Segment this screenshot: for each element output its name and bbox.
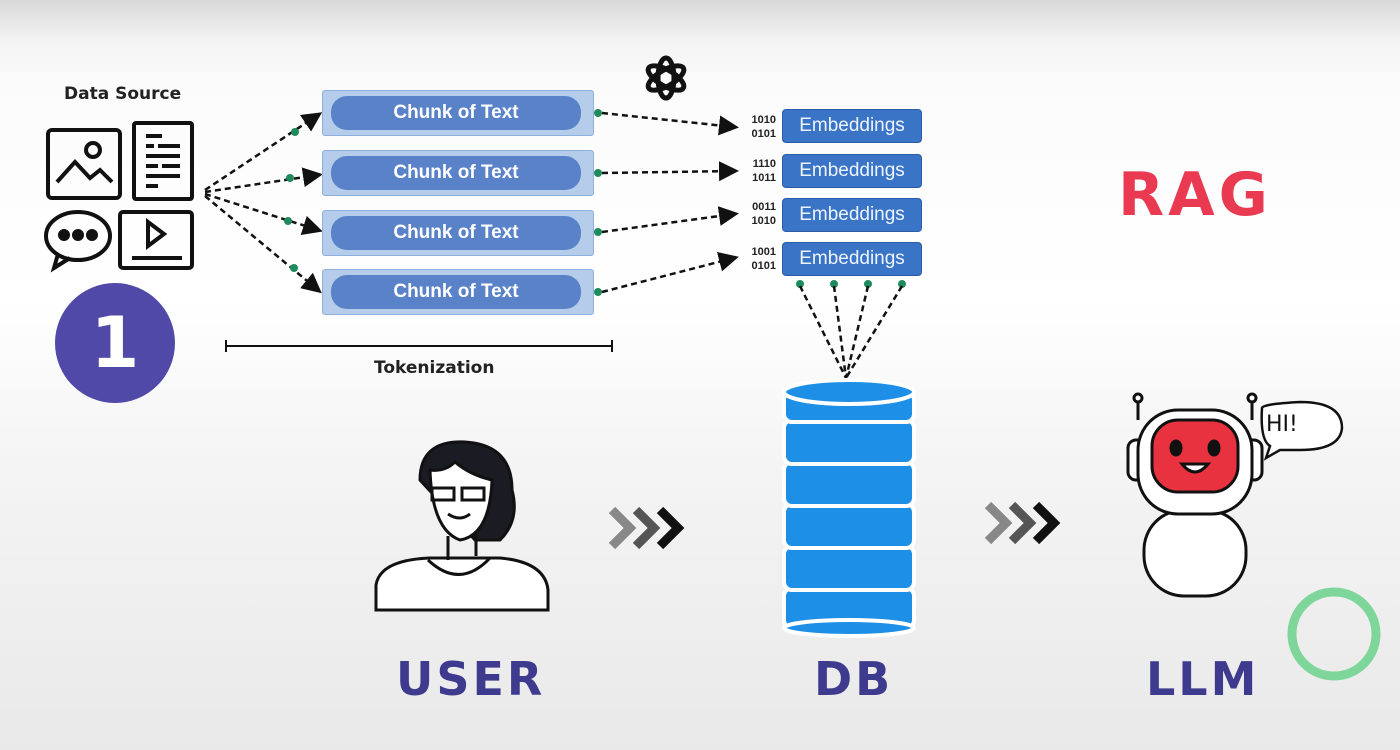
- robot-llm-icon: [1126, 392, 1264, 598]
- data-source-title: Data Source: [64, 84, 182, 104]
- chat-bubble-icon: [44, 210, 112, 273]
- bits: 0011: [752, 201, 776, 213]
- embedding-box: Embeddings: [782, 109, 922, 143]
- chunk-label: Chunk of Text: [331, 216, 581, 250]
- db-to-llm-chevrons-icon: [984, 501, 1061, 545]
- bits: 0101: [751, 260, 776, 272]
- embedding-box: Embeddings: [782, 198, 922, 232]
- chunk-label: Chunk of Text: [331, 96, 581, 130]
- embedding-to-db-lines: [798, 285, 904, 379]
- step-number-badge: 1: [55, 283, 175, 403]
- bits: 1010: [751, 215, 776, 227]
- chunk-box: Chunk of Text: [322, 210, 594, 256]
- bits: 0101: [751, 128, 776, 140]
- record-button-icon[interactable]: [1287, 587, 1381, 681]
- binary-code: 1110 1011: [740, 157, 776, 185]
- image-icon: [46, 128, 122, 200]
- binary-code: 1010 0101: [740, 113, 776, 141]
- embedding-box: Embeddings: [782, 242, 922, 276]
- openai-logo-icon: [645, 55, 687, 101]
- chunk-box: Chunk of Text: [322, 269, 594, 315]
- rag-title: RAG: [1118, 160, 1272, 230]
- bits: 1110: [752, 158, 776, 170]
- tokenization-label: Tokenization: [374, 358, 495, 378]
- llm-label: LLM: [1146, 652, 1260, 706]
- user-label: USER: [396, 652, 546, 706]
- db-label: DB: [814, 652, 894, 706]
- database-icon: [782, 378, 916, 638]
- chunk-box: Chunk of Text: [322, 90, 594, 136]
- user-to-db-chevrons-icon: [608, 506, 685, 550]
- bits: 1001: [751, 246, 776, 258]
- binary-code: 0011 1010: [740, 200, 776, 228]
- user-avatar-icon: [374, 440, 550, 612]
- video-icon: [118, 210, 194, 270]
- speech-bubble-text: HI!: [1266, 412, 1298, 437]
- diagram-graphics: [44, 55, 1381, 681]
- document-icon: [132, 121, 194, 201]
- chunk-label: Chunk of Text: [331, 156, 581, 190]
- chunk-label: Chunk of Text: [331, 275, 581, 309]
- bits: 1011: [752, 172, 776, 184]
- bits: 1010: [751, 114, 776, 126]
- tokenization-bracket: [225, 340, 613, 352]
- embedding-box: Embeddings: [782, 154, 922, 188]
- binary-code: 1001 0101: [740, 245, 776, 273]
- chunk-box: Chunk of Text: [322, 150, 594, 196]
- chunk-to-embedding-arrows: [601, 111, 739, 294]
- source-to-chunk-arrows: [204, 112, 323, 294]
